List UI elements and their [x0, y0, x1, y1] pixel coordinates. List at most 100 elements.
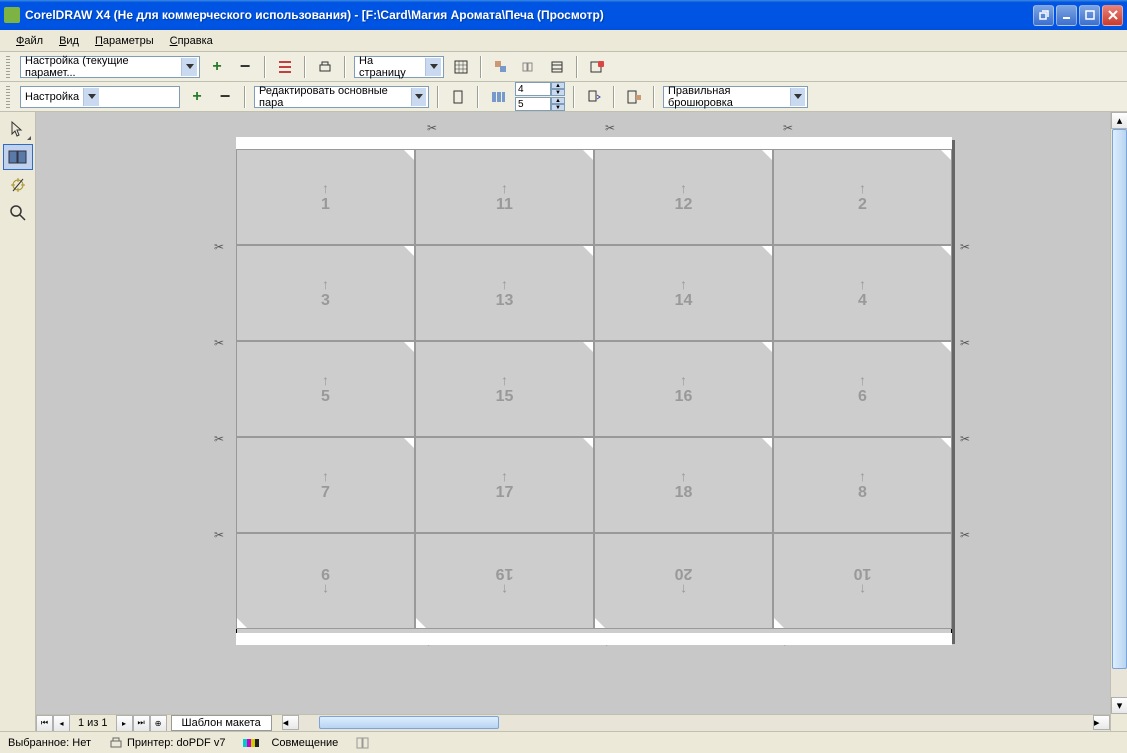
marks-button[interactable] [546, 56, 568, 78]
layout-cell[interactable]: ↑11 [415, 149, 594, 245]
preset-dropdown-2[interactable]: Настройка [20, 86, 180, 108]
fit-dropdown-label: На страницу [359, 55, 421, 79]
scroll-right-button[interactable]: ▸ [1093, 715, 1110, 730]
scissor-icon: ✂ [214, 240, 224, 254]
layout-cell[interactable]: ↑10 [773, 533, 952, 629]
rows-input[interactable]: 5 [515, 97, 551, 111]
toolbar-2: Настройка + − Редактировать основные пар… [0, 82, 1127, 112]
edit-settings-label: Редактировать основные пара [259, 85, 407, 109]
scissor-icon: ✂ [783, 121, 793, 135]
cols-down[interactable]: ▼ [551, 89, 565, 96]
options-button[interactable] [274, 56, 296, 78]
rows-down[interactable]: ▼ [551, 104, 565, 111]
fit-dropdown[interactable]: На страницу [354, 56, 444, 78]
printer-icon [109, 736, 123, 750]
layout-cell[interactable]: ↑3 [236, 245, 415, 341]
layout-cell[interactable]: ↑7 [236, 437, 415, 533]
color-bars-icon [243, 737, 267, 749]
scissor-icon: ✂ [214, 432, 224, 446]
edit-settings-dropdown[interactable]: Редактировать основные пара [254, 86, 429, 108]
remove-preset-button-2[interactable]: − [214, 86, 236, 108]
single-page-button[interactable] [447, 86, 469, 108]
add-page-button[interactable]: ⊕ [150, 715, 167, 732]
layout-cell[interactable]: ↑19 [415, 533, 594, 629]
tiling-icon [356, 736, 372, 750]
scissor-icon: ✂ [960, 240, 970, 254]
vscroll-thumb[interactable] [1112, 129, 1127, 669]
scroll-down-button[interactable]: ▾ [1111, 697, 1127, 714]
layout-cell[interactable]: ↑18 [594, 437, 773, 533]
layout-cell[interactable]: ↑6 [773, 341, 952, 437]
status-selected: Выбранное: Нет [8, 737, 91, 749]
prev-page-button[interactable]: ◂ [53, 715, 70, 732]
menubar: Файл Вид Параметры Справка [0, 30, 1127, 52]
restore-secondary-button[interactable] [1033, 5, 1054, 26]
preset-dropdown-2-label: Настройка [25, 91, 79, 103]
horizontal-scrollbar[interactable]: ◂ ▸ [282, 715, 1110, 732]
scissor-icon: ✂ [214, 336, 224, 350]
status-printer: Принтер: doPDF v7 [109, 736, 225, 750]
menu-help[interactable]: Справка [162, 32, 221, 50]
menu-view[interactable]: Вид [51, 32, 87, 50]
layout-cell[interactable]: ↑5 [236, 341, 415, 437]
layout-cell[interactable]: ↑4 [773, 245, 952, 341]
binding-dropdown-label: Правильная брошюровка [668, 85, 786, 109]
rows-up[interactable]: ▲ [551, 97, 565, 104]
layout-cell[interactable]: ↑1 [236, 149, 415, 245]
last-page-button[interactable]: ⏭ [133, 715, 150, 732]
duplex-button[interactable] [583, 86, 605, 108]
full-screen-button[interactable] [450, 56, 472, 78]
close-preview-button[interactable] [586, 56, 608, 78]
scissor-icon: ✂ [605, 121, 615, 135]
statusbar: Выбранное: Нет Принтер: doPDF v7 Совмеще… [0, 731, 1127, 753]
next-page-button[interactable]: ▸ [116, 715, 133, 732]
scissor-icon: ✂ [960, 432, 970, 446]
imposition-layout-tool[interactable] [3, 144, 33, 170]
marks-placement-tool[interactable] [3, 172, 33, 198]
cols-up[interactable]: ▲ [551, 82, 565, 89]
layout-cell[interactable]: ↑13 [415, 245, 594, 341]
print-button[interactable] [314, 56, 336, 78]
preset-dropdown-1-label: Настройка (текущие парамет... [25, 55, 177, 79]
toolbar-grip[interactable] [6, 56, 10, 78]
remove-preset-button[interactable]: − [234, 56, 256, 78]
layout-cell[interactable]: ↑20 [594, 533, 773, 629]
layout-cell[interactable]: ↑15 [415, 341, 594, 437]
scroll-up-button[interactable]: ▴ [1111, 112, 1127, 129]
layout-cell[interactable]: ↑8 [773, 437, 952, 533]
layout-cell[interactable]: ↑9 [236, 533, 415, 629]
imposition-button-2[interactable] [518, 56, 540, 78]
zoom-tool[interactable] [3, 200, 33, 226]
minimize-button[interactable] [1056, 5, 1077, 26]
scissor-icon: ✂ [427, 121, 437, 135]
first-page-button[interactable]: ⏮ [36, 715, 53, 732]
toolbox [0, 112, 36, 731]
layout-cell[interactable]: ↑12 [594, 149, 773, 245]
add-preset-button[interactable]: + [206, 56, 228, 78]
layout-cell[interactable]: ↑16 [594, 341, 773, 437]
pick-tool[interactable] [3, 116, 33, 142]
vertical-scrollbar[interactable]: ▴ ▾ [1110, 112, 1127, 731]
binding-dropdown[interactable]: Правильная брошюровка [663, 86, 808, 108]
toolbar-1: Настройка (текущие парамет... + − На стр… [0, 52, 1127, 82]
layout-cell[interactable]: ↑2 [773, 149, 952, 245]
page-tab[interactable]: Шаблон макета [171, 715, 272, 731]
canvas-area[interactable]: ✂ ✂ ✂ ✂ ✂ ✂ ✂ ✂ ✂ ✂ ✂ ✂ ✂ ✂ ↑1↑11↑12↑2↑3… [36, 112, 1127, 731]
scissor-icon: ✂ [214, 528, 224, 542]
close-button[interactable] [1102, 5, 1123, 26]
window-title: CorelDRAW X4 (Не для коммерческого испол… [25, 8, 1033, 22]
imposition-button-1[interactable] [490, 56, 512, 78]
layout-cell[interactable]: ↑14 [594, 245, 773, 341]
preset-dropdown-1[interactable]: Настройка (текущие парамет... [20, 56, 200, 78]
scroll-left-button[interactable]: ◂ [282, 715, 299, 730]
menu-file[interactable]: Файл [8, 32, 51, 50]
menu-params[interactable]: Параметры [87, 32, 162, 50]
toolbar-grip-2[interactable] [6, 86, 10, 108]
add-preset-button-2[interactable]: + [186, 86, 208, 108]
template-button[interactable] [623, 86, 645, 108]
maximize-button[interactable] [1079, 5, 1100, 26]
scissor-icon: ✂ [960, 528, 970, 542]
layout-cell[interactable]: ↑17 [415, 437, 594, 533]
hscroll-thumb[interactable] [319, 716, 499, 729]
cols-input[interactable]: 4 [515, 82, 551, 96]
